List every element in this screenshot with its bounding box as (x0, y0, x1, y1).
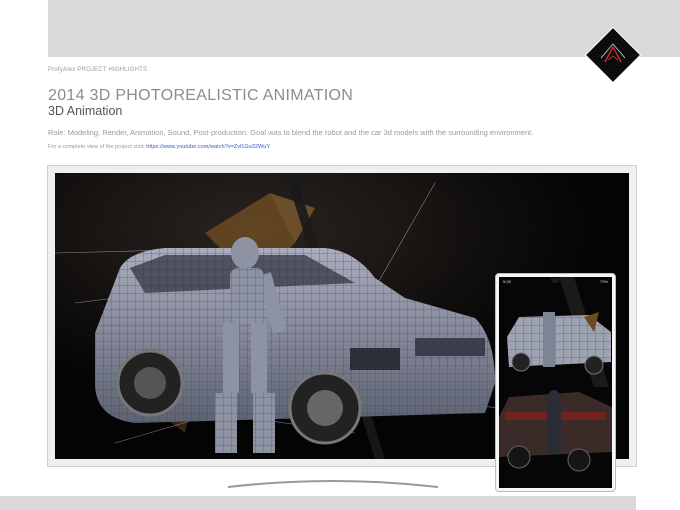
project-visit-line: For a complete view of the project visit… (48, 144, 270, 150)
visit-prefix: For a complete view of the project visit… (48, 144, 147, 150)
phone-screen-render[interactable]: 5:08 79% (499, 277, 612, 488)
phone-battery: 79% (599, 279, 608, 284)
phone-camera-notch (551, 278, 559, 283)
section-kicker: ProfyAlex PROJECT HIGHLIGHTS (48, 67, 148, 73)
phone-render-artwork (499, 277, 612, 488)
phone-status-bar: 5:08 79% (499, 277, 612, 285)
phone-time: 5:08 (503, 279, 511, 284)
phone-mockup: 5:08 79% (495, 273, 616, 492)
header-band (48, 0, 680, 57)
footer-band (0, 496, 636, 510)
project-role-description: Role: Modeling, Render, Animation, Sound… (48, 128, 534, 137)
project-subtitle: 3D Animation (48, 104, 123, 118)
brand-logo-icon (600, 43, 626, 63)
tv-stand (228, 480, 438, 488)
project-title: 2014 3D PHOTOREALISTIC ANIMATION (48, 87, 354, 104)
youtube-link[interactable]: https://www.youtube.com/watch?v=Zvl1Go32… (146, 144, 270, 150)
